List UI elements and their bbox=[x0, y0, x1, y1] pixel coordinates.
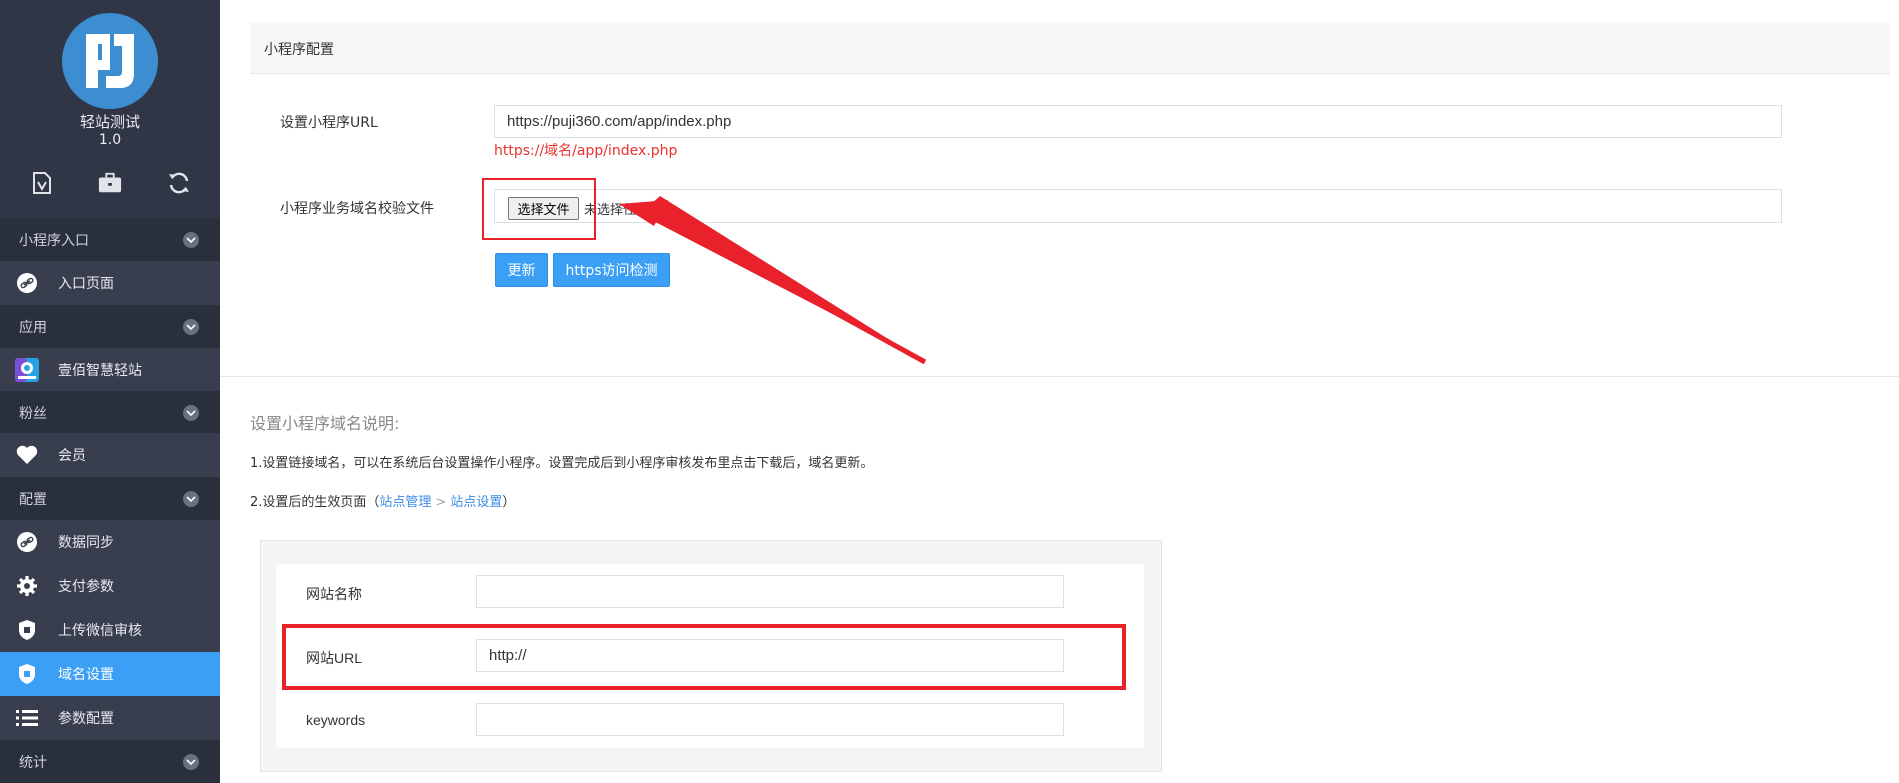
update-button[interactable]: 更新 bbox=[495, 253, 548, 287]
list-icon bbox=[15, 706, 39, 730]
miniprogram-url-input[interactable] bbox=[494, 105, 1782, 138]
sidebar: 轻站测试 1.0 小程序入口 入口页面 应用 壹佰智慧轻站 粉丝 会员 配置 数… bbox=[0, 0, 220, 783]
sidebar-item-domain-settings[interactable]: 域名设置 bbox=[0, 652, 220, 696]
chevron-down-icon bbox=[183, 754, 199, 770]
nav-group-apps[interactable]: 应用 bbox=[0, 305, 220, 348]
logo-glyph-icon bbox=[86, 34, 134, 88]
site-name: 轻站测试 bbox=[79, 113, 140, 131]
shield-icon bbox=[15, 662, 39, 686]
link-icon bbox=[15, 271, 39, 295]
sidebar-item-label: 会员 bbox=[58, 448, 86, 464]
sidebar-item-label: 入口页面 bbox=[58, 276, 114, 292]
notes-title: 设置小程序域名说明: bbox=[250, 414, 400, 433]
nav-group-label: 统计 bbox=[19, 754, 47, 771]
sidebar-item-label: 上传微信审核 bbox=[58, 623, 142, 639]
site-url-label: 网站URL bbox=[306, 650, 363, 666]
briefcase-icon[interactable] bbox=[98, 170, 122, 196]
nav-group-label: 配置 bbox=[19, 491, 47, 508]
sidebar-item-wechat-review[interactable]: 上传微信审核 bbox=[0, 608, 220, 652]
site-version: 1.0 bbox=[98, 132, 122, 148]
note-line-2-prefix: 2.设置后的生效页面（ bbox=[250, 495, 380, 510]
sidebar-item-smart-site[interactable]: 壹佰智慧轻站 bbox=[0, 348, 220, 392]
site-logo bbox=[62, 13, 158, 109]
site-name-label: 网站名称 bbox=[306, 586, 362, 602]
nav-group-label: 小程序入口 bbox=[19, 232, 89, 249]
heart-icon bbox=[15, 443, 39, 467]
main-content: 小程序配置 设置小程序URL https://域名/app/index.php … bbox=[220, 0, 1899, 782]
nav-group-stats[interactable]: 统计 bbox=[0, 740, 220, 783]
nav-group-entry[interactable]: 小程序入口 bbox=[0, 218, 220, 261]
panel-title: 小程序配置 bbox=[250, 22, 1890, 74]
breadcrumb-site-settings[interactable]: 站点设置 bbox=[450, 495, 502, 510]
sidebar-item-entry-page[interactable]: 入口页面 bbox=[0, 261, 220, 305]
sidebar-item-label: 域名设置 bbox=[58, 667, 114, 683]
note-line-2-suffix: ） bbox=[502, 495, 516, 510]
nav-group-config[interactable]: 配置 bbox=[0, 477, 220, 520]
shield-icon bbox=[15, 618, 39, 642]
site-url-input[interactable] bbox=[476, 639, 1064, 672]
sidebar-item-param-config[interactable]: 参数配置 bbox=[0, 696, 220, 740]
sidebar-item-label: 数据同步 bbox=[58, 535, 114, 551]
app-logo-icon bbox=[15, 358, 39, 382]
sidebar-item-label: 支付参数 bbox=[58, 579, 114, 595]
url-hint: https://域名/app/index.php bbox=[494, 143, 678, 159]
refresh-icon[interactable] bbox=[167, 170, 191, 196]
divider bbox=[220, 376, 1899, 377]
sidebar-item-payment-params[interactable]: 支付参数 bbox=[0, 564, 220, 608]
site-name-input[interactable] bbox=[476, 575, 1064, 608]
url-label: 设置小程序URL bbox=[280, 115, 378, 131]
chevron-down-icon bbox=[183, 232, 199, 248]
chevron-down-icon bbox=[183, 319, 199, 335]
keywords-label: keywords bbox=[306, 712, 366, 728]
choose-file-button[interactable]: 选择文件 bbox=[508, 197, 579, 220]
file-input-box bbox=[494, 189, 1782, 223]
verify-file-label: 小程序业务域名校验文件 bbox=[280, 201, 434, 217]
nav-group-label: 粉丝 bbox=[19, 405, 47, 422]
sidebar-item-data-sync[interactable]: 数据同步 bbox=[0, 520, 220, 564]
breadcrumb-separator: > bbox=[435, 495, 447, 510]
nav-group-label: 应用 bbox=[19, 319, 47, 336]
nav-group-fans[interactable]: 粉丝 bbox=[0, 391, 220, 434]
sidebar-item-label: 壹佰智慧轻站 bbox=[58, 363, 142, 379]
document-v-icon[interactable] bbox=[30, 170, 54, 196]
link-icon bbox=[15, 530, 39, 554]
breadcrumb-site-management[interactable]: 站点管理 bbox=[379, 495, 431, 510]
sidebar-item-label: 参数配置 bbox=[58, 711, 114, 727]
chevron-down-icon bbox=[183, 491, 199, 507]
keywords-input[interactable] bbox=[476, 703, 1064, 736]
sidebar-item-members[interactable]: 会员 bbox=[0, 433, 220, 477]
note-line-1: 1.设置链接域名，可以在系统后台设置操作小程序。设置完成后到小程序审核发布里点击… bbox=[250, 456, 874, 471]
file-status-text: 未选择任何文件 bbox=[584, 203, 676, 218]
https-check-button[interactable]: https访问检测 bbox=[553, 253, 670, 287]
gear-icon bbox=[15, 574, 39, 598]
chevron-down-icon bbox=[183, 405, 199, 421]
note-line-2: 2.设置后的生效页面（站点管理 > 站点设置） bbox=[250, 491, 515, 510]
